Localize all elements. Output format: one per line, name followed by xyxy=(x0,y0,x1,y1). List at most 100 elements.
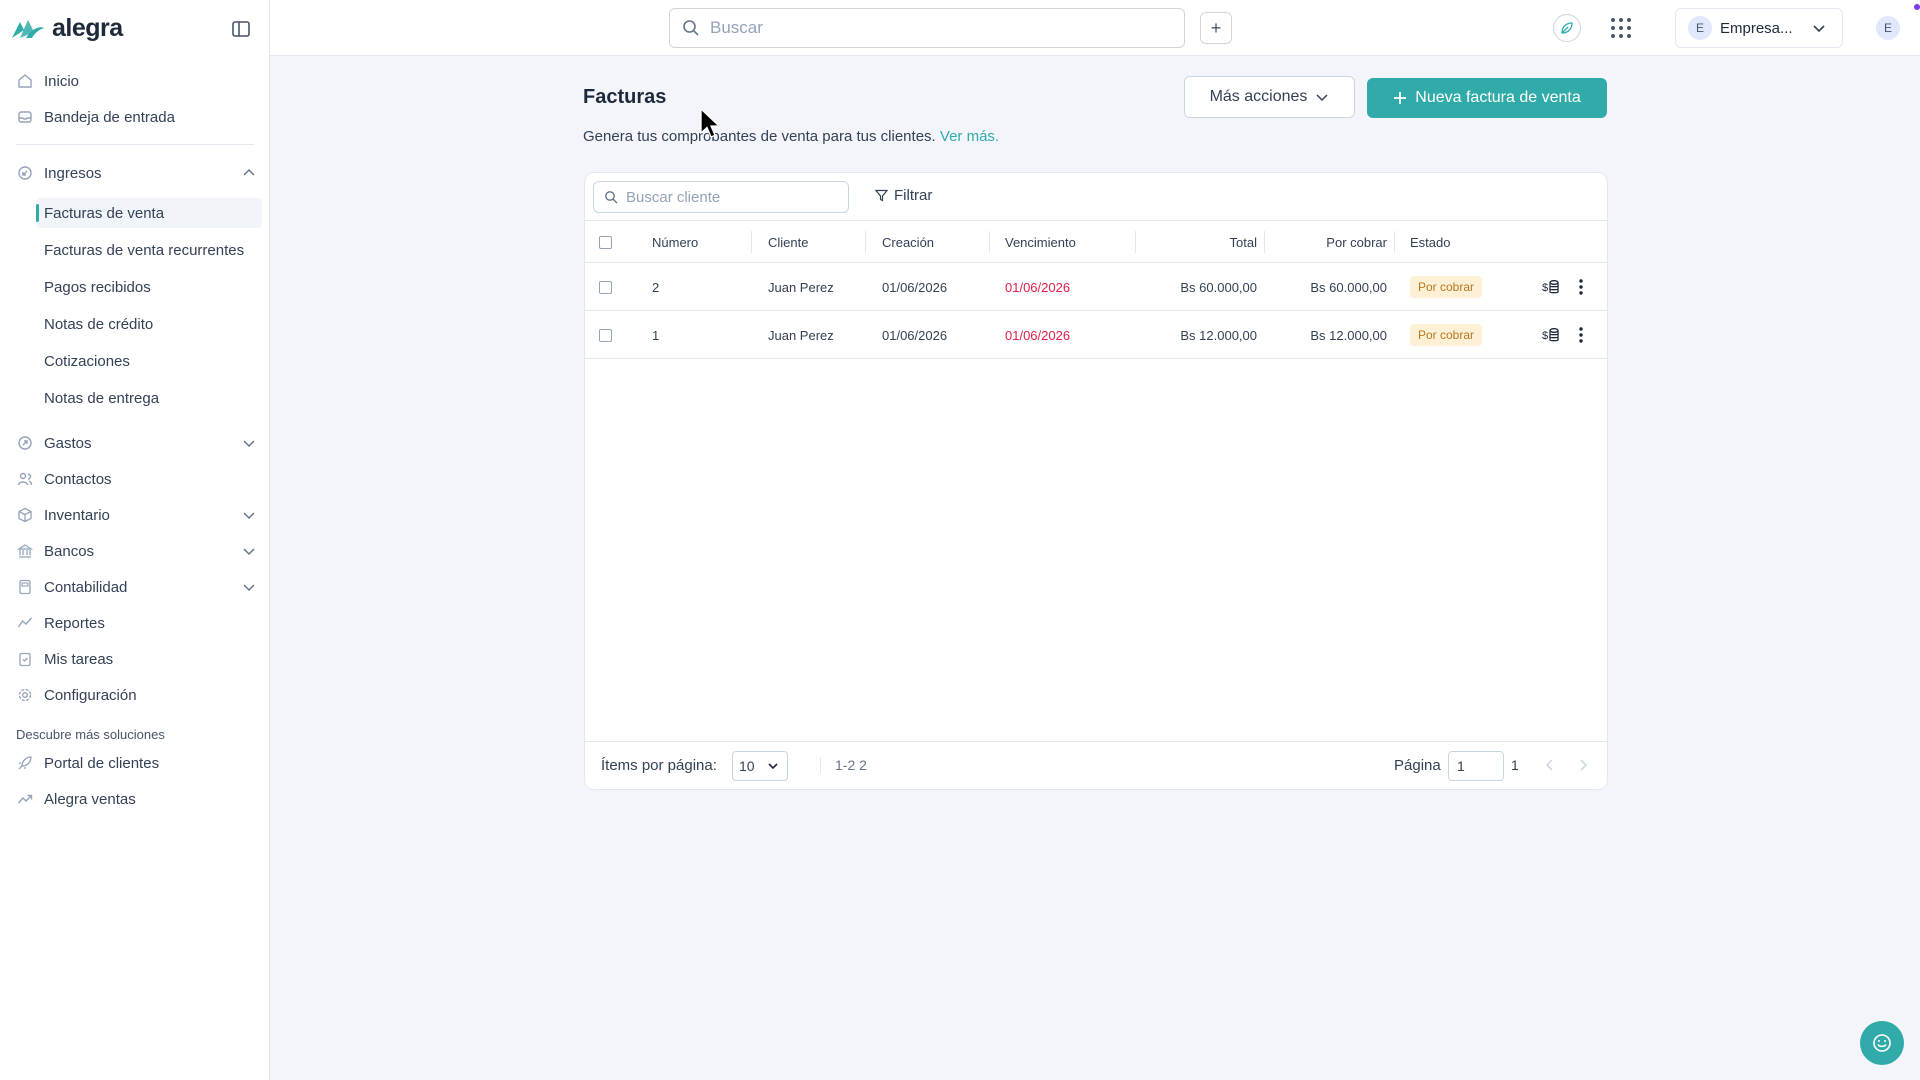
per-page-select[interactable]: 10 xyxy=(732,751,788,781)
income-icon xyxy=(16,164,34,182)
column-header-status[interactable]: Estado xyxy=(1410,221,1450,263)
sidebar-subitem-notas-de-credito[interactable]: Notas de crédito xyxy=(36,309,262,339)
column-header-number[interactable]: Número xyxy=(652,221,698,263)
sidebar-item-label: Bancos xyxy=(44,542,95,560)
sidebar-item-label: Gastos xyxy=(44,434,92,452)
rocket-icon xyxy=(16,754,34,772)
status-badge-label: Por cobrar xyxy=(1410,276,1483,298)
column-separator xyxy=(1135,231,1136,253)
sidebar-item-portal-clientes[interactable]: Portal de clientes xyxy=(16,750,256,776)
leaf-icon[interactable] xyxy=(1553,14,1581,42)
invoice-client: Juan Perez xyxy=(768,279,834,295)
sidebar-item-contactos[interactable]: Contactos xyxy=(16,466,256,492)
invoice-number: 2 xyxy=(652,279,660,295)
search-icon xyxy=(683,20,699,36)
invoice-due: 01/06/2026 xyxy=(1005,279,1071,295)
sidebar-item-bandeja[interactable]: Bandeja de entrada xyxy=(16,104,256,130)
register-payment-icon[interactable]: $ xyxy=(1542,311,1560,359)
see-more-link[interactable]: Ver más. xyxy=(940,128,999,145)
sidebar-subitem-pagos-recibidos[interactable]: Pagos recibidos xyxy=(36,272,262,302)
contacts-icon xyxy=(16,470,34,488)
sidebar-item-mis-tareas[interactable]: Mis tareas xyxy=(16,646,256,672)
column-header-pending[interactable]: Por cobrar xyxy=(1275,221,1387,263)
accounting-icon xyxy=(16,578,34,596)
global-search-placeholder: Buscar xyxy=(710,18,763,37)
chevron-down-icon xyxy=(768,763,778,770)
more-actions-button[interactable]: Más acciones xyxy=(1184,76,1355,118)
sidebar-item-label: Bandeja de entrada xyxy=(44,108,175,126)
tasks-icon xyxy=(16,650,34,668)
table-row[interactable]: 2 Juan Perez 01/06/2026 01/06/2026 Bs 60… xyxy=(585,263,1607,311)
sidebar-subitem-label: Facturas de venta recurrentes xyxy=(44,241,245,259)
search-icon xyxy=(605,191,618,204)
chevron-up-icon[interactable] xyxy=(242,166,256,180)
collapse-sidebar-icon[interactable] xyxy=(231,19,251,39)
select-all-checkbox[interactable] xyxy=(599,221,612,263)
sidebar-item-alegra-ventas[interactable]: Alegra ventas xyxy=(16,786,256,812)
global-search-input[interactable]: Buscar xyxy=(669,8,1185,48)
mouse-pointer-icon xyxy=(700,108,722,140)
sidebar-item-configuracion[interactable]: Configuración xyxy=(16,682,256,708)
page-number-input[interactable]: 1 xyxy=(1448,751,1504,781)
column-separator xyxy=(1394,231,1395,253)
sidebar-item-inventario[interactable]: Inventario xyxy=(16,502,256,528)
sidebar-subitem-facturas-recurrentes[interactable]: Facturas de venta recurrentes xyxy=(36,235,262,265)
sidebar-subitem-label: Notas de entrega xyxy=(44,389,160,407)
new-invoice-button[interactable]: Nueva factura de venta xyxy=(1367,78,1607,118)
per-page-label: Ítems por página: xyxy=(601,757,717,774)
chevron-left-icon[interactable] xyxy=(1545,758,1555,772)
sidebar-subitem-facturas-de-venta[interactable]: Facturas de venta xyxy=(36,198,262,228)
sidebar-subitem-label: Facturas de venta xyxy=(44,204,165,222)
register-payment-icon[interactable]: $ xyxy=(1542,263,1560,311)
sidebar-item-contabilidad[interactable]: Contabilidad xyxy=(16,574,256,600)
new-invoice-label: Nueva factura de venta xyxy=(1415,89,1581,106)
column-header-total[interactable]: Total xyxy=(1145,221,1257,263)
page-description: Genera tus comprobantes de venta para tu… xyxy=(583,128,999,145)
chevron-down-icon[interactable] xyxy=(242,580,256,594)
company-selector[interactable]: E Empresa... xyxy=(1675,8,1843,48)
column-header-created[interactable]: Creación xyxy=(882,221,934,263)
sidebar-divider xyxy=(16,144,254,145)
sidebar-subitem-cotizaciones[interactable]: Cotizaciones xyxy=(36,346,262,376)
row-checkbox[interactable] xyxy=(599,263,612,311)
discover-section-label: Descubre más soluciones xyxy=(16,727,165,742)
bank-icon xyxy=(16,542,34,560)
row-more-options-icon[interactable] xyxy=(1579,263,1583,311)
gear-icon xyxy=(16,686,34,704)
row-checkbox[interactable] xyxy=(599,311,612,359)
invoice-created: 01/06/2026 xyxy=(882,327,948,343)
sidebar-item-ingresos[interactable]: Ingresos xyxy=(16,160,256,186)
inventory-icon xyxy=(16,506,34,524)
table-row[interactable]: 1 Juan Perez 01/06/2026 01/06/2026 Bs 12… xyxy=(585,311,1607,359)
chevron-right-icon[interactable] xyxy=(1578,758,1588,772)
inbox-icon xyxy=(16,108,34,126)
invoices-table-card: Buscar cliente Filtrar Número Cliente Cr… xyxy=(584,172,1608,790)
column-header-due[interactable]: Vencimiento xyxy=(1005,221,1076,263)
client-search-placeholder: Buscar cliente xyxy=(626,188,721,206)
apps-grid-icon[interactable] xyxy=(1609,16,1633,40)
chevron-down-icon[interactable] xyxy=(242,508,256,522)
table-header: Número Cliente Creación Vencimiento Tota… xyxy=(585,221,1607,263)
sidebar-item-gastos[interactable]: Gastos xyxy=(16,430,256,456)
filter-button[interactable]: Filtrar xyxy=(875,187,932,204)
page-title: Facturas xyxy=(583,86,667,108)
chevron-down-icon[interactable] xyxy=(242,436,256,450)
user-avatar[interactable]: E xyxy=(1876,16,1900,40)
sidebar-item-label: Inventario xyxy=(44,506,110,524)
company-avatar: E xyxy=(1688,16,1712,40)
sidebar-item-reportes[interactable]: Reportes xyxy=(16,610,256,636)
invoice-total: Bs 60.000,00 xyxy=(1180,279,1257,295)
plus-icon xyxy=(1394,92,1407,104)
sidebar-item-label: Alegra ventas xyxy=(44,790,136,808)
support-chat-button[interactable] xyxy=(1860,1021,1904,1065)
per-page-value: 10 xyxy=(739,758,755,774)
chevron-down-icon[interactable] xyxy=(242,544,256,558)
alegra-logo[interactable]: alegra xyxy=(10,14,123,43)
sidebar-item-bancos[interactable]: Bancos xyxy=(16,538,256,564)
sidebar-subitem-notas-de-entrega[interactable]: Notas de entrega xyxy=(36,383,262,413)
sidebar-item-inicio[interactable]: Inicio xyxy=(16,68,256,94)
column-header-client[interactable]: Cliente xyxy=(768,221,808,263)
client-search-input[interactable]: Buscar cliente xyxy=(593,181,849,213)
row-more-options-icon[interactable] xyxy=(1579,311,1583,359)
quick-add-button[interactable]: + xyxy=(1200,12,1232,44)
